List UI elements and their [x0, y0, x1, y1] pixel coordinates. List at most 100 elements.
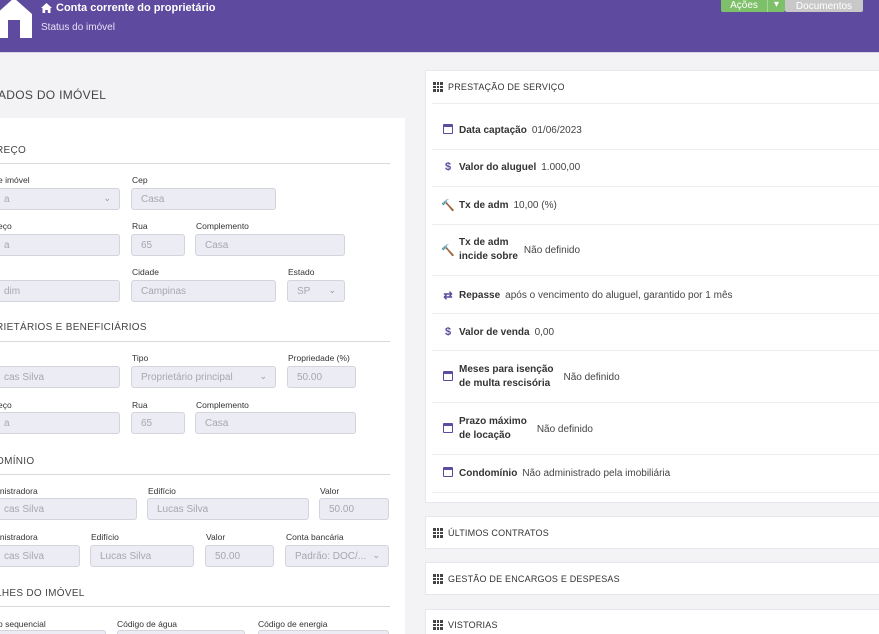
cidade-input[interactable]: Campinas: [131, 280, 276, 302]
row-prazo-maximo: Prazo máximo de locação Não definido: [441, 415, 593, 443]
gavel-icon: 🔨: [441, 200, 455, 212]
edificio-label: Edifício: [148, 486, 176, 496]
card-divider: [432, 103, 879, 104]
bairro-input[interactable]: dim: [0, 280, 120, 302]
grid-icon: [433, 528, 443, 538]
prop-complemento-input[interactable]: Casa: [195, 412, 356, 434]
row-valor-aluguel: $ Valor do aluguel 1.000,00: [441, 161, 580, 173]
row-meses-isencao: Meses para isenção de multa rescisória Nã…: [441, 363, 620, 391]
complemento-label: Complemento: [196, 221, 249, 231]
row-divider: [432, 402, 879, 403]
administradora2-label: inistradora: [0, 532, 38, 542]
exchange-icon: ⇄: [443, 290, 453, 302]
complemento-input[interactable]: Casa: [195, 234, 345, 256]
energia-input[interactable]: [258, 630, 389, 634]
tipo-imovel-select[interactable]: a ⌄: [0, 188, 120, 210]
section-endereco: REÇO: [0, 145, 27, 156]
house-logo-icon[interactable]: [0, 0, 34, 38]
chevron-down-icon: ⌄: [259, 371, 267, 381]
sequencial-input[interactable]: [0, 630, 106, 634]
owner-account-link[interactable]: Conta corrente do proprietário: [41, 2, 216, 14]
administradora-label: inistradora: [0, 486, 38, 496]
row-divider: [432, 313, 879, 314]
sequencial-label: o sequencial: [0, 619, 46, 629]
chevron-down-icon: ⌄: [328, 285, 336, 295]
agua-input[interactable]: [117, 630, 245, 634]
chevron-down-icon: ⌄: [103, 193, 111, 203]
dollar-icon: $: [444, 326, 452, 338]
cidade-label: Cidade: [132, 267, 159, 277]
row-divider: [432, 454, 879, 455]
chevron-down-icon: ⌄: [372, 550, 380, 560]
prop-rua-input[interactable]: 65: [131, 412, 185, 434]
estado-label: Estado: [288, 267, 315, 277]
tipo-label: Tipo: [132, 353, 149, 363]
prop-endereco-label: eço: [0, 400, 12, 410]
row-divider: [432, 350, 879, 351]
energia-label: Código de energia: [258, 619, 328, 629]
administradora2-input[interactable]: cas Silva: [0, 545, 80, 567]
valor-label: Valor: [320, 486, 340, 496]
prop-rua-label: Rua: [132, 400, 148, 410]
row-divider: [432, 275, 879, 276]
estado-select[interactable]: SP ⌄: [287, 280, 345, 302]
header-divider: [0, 52, 879, 53]
prestacao-title: PRESTAÇÃO DE SERVIÇO: [448, 82, 565, 92]
prop-complemento-label: Complemento: [196, 400, 249, 410]
documents-button[interactable]: Documentos: [785, 0, 863, 12]
row-tx-adm-incide: 🔨 Tx de adm incide sobre Não definido: [441, 237, 581, 262]
grid-icon: [433, 574, 443, 584]
conta-label: Conta bancária: [286, 532, 344, 542]
row-repasse: ⇄ Repasse após o vencimento do aluguel, g…: [441, 289, 732, 302]
dollar-icon: $: [444, 161, 452, 173]
ultimos-contratos-header[interactable]: ÚLTIMOS CONTRATOS: [433, 528, 549, 538]
section-divider: [0, 606, 390, 607]
vistorias-title: VISTORIAS: [448, 620, 498, 630]
calendar-icon: [441, 124, 455, 137]
conta-select[interactable]: Padrão: DOC/... ⌄: [285, 545, 389, 567]
endereco-input[interactable]: a: [0, 234, 120, 256]
row-condominio: Condomínio Não administrado pela imobiliá…: [441, 467, 670, 480]
row-divider: [432, 492, 879, 493]
row-tx-adm: 🔨 Tx de adm 10,00 (%): [441, 200, 557, 212]
propriedade-label: Propriedade (%): [288, 353, 350, 363]
tipo-imovel-label: e imóvel: [0, 175, 30, 185]
encargos-header[interactable]: GESTÃO DE ENCARGOS E DESPESAS: [433, 574, 620, 584]
encargos-title: GESTÃO DE ENCARGOS E DESPESAS: [448, 574, 620, 584]
section-detalhes: LHES DO IMÓVEL: [0, 588, 85, 599]
edificio-input[interactable]: Lucas Silva: [147, 498, 309, 520]
ultimos-contratos-title: ÚLTIMOS CONTRATOS: [448, 528, 549, 538]
home-icon: [41, 3, 52, 13]
rua-input[interactable]: 65: [131, 234, 185, 256]
caret-down-icon[interactable]: ▾: [767, 0, 785, 12]
section-proprietarios: RIETÁRIOS E BENEFICIÁRIOS: [0, 322, 147, 333]
property-status-link[interactable]: Status do imóvel: [41, 22, 115, 33]
section-divider: [0, 474, 390, 475]
grid-icon: [433, 82, 443, 92]
proprietario-nome-input[interactable]: cas Silva: [0, 366, 120, 388]
calendar-icon: [441, 370, 455, 384]
row-divider: [432, 224, 879, 225]
valor2-input[interactable]: 50.00: [205, 545, 274, 567]
prestacao-header: PRESTAÇÃO DE SERVIÇO: [433, 82, 565, 92]
section-divider: [0, 163, 390, 164]
propriedade-input[interactable]: 50.00: [287, 366, 356, 388]
administradora-input[interactable]: cas Silva: [0, 498, 137, 520]
cep-input[interactable]: Casa: [131, 188, 276, 210]
actions-button[interactable]: Ações ▾: [721, 0, 785, 12]
vistorias-header[interactable]: VISTORIAS: [433, 620, 498, 630]
valor-input[interactable]: 50.00: [319, 498, 389, 520]
rua-label: Rua: [132, 221, 148, 231]
valor2-label: Valor: [206, 532, 226, 542]
grid-icon: [433, 620, 443, 630]
prop-endereco-input[interactable]: a: [0, 412, 120, 434]
row-divider: [432, 149, 879, 150]
section-condominio: OMÍNIO: [0, 456, 35, 467]
calendar-icon: [441, 467, 455, 480]
row-data-captacao: Data captação 01/06/2023: [441, 124, 582, 137]
edificio2-input[interactable]: Lucas Silva: [90, 545, 194, 567]
tipo-select[interactable]: Proprietário principal ⌄: [131, 366, 276, 388]
row-valor-venda: $ Valor de venda 0,00: [441, 326, 554, 338]
edificio2-label: Edifício: [91, 532, 119, 542]
agua-label: Código de água: [117, 619, 178, 629]
